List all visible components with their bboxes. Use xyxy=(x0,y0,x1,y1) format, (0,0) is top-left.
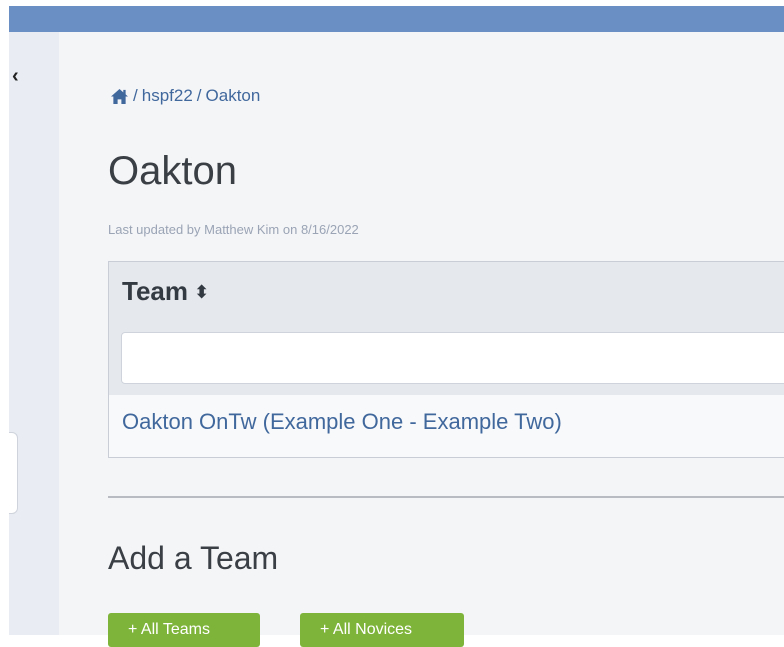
teams-table: Team ⬍ Oakton OnTw (Example One - Exampl… xyxy=(108,261,784,458)
section-divider xyxy=(108,496,784,498)
add-all-novices-button[interactable]: + All Novices xyxy=(300,613,464,647)
table-header: Team ⬍ xyxy=(109,262,784,395)
breadcrumb-item-hspf22[interactable]: hspf22 xyxy=(142,86,193,106)
breadcrumb: / hspf22 / Oakton xyxy=(110,86,260,106)
column-header-team[interactable]: Team ⬍ xyxy=(122,276,209,307)
window-edge xyxy=(0,0,9,635)
last-updated-text: Last updated by Matthew Kim on 8/16/2022 xyxy=(108,222,359,237)
team-row-link[interactable]: Oakton OnTw (Example One - Example Two) xyxy=(122,409,562,435)
top-strip xyxy=(9,0,784,6)
team-filter-input[interactable] xyxy=(121,332,784,384)
sort-icon[interactable]: ⬍ xyxy=(194,283,209,301)
breadcrumb-separator: / xyxy=(196,86,202,105)
add-all-teams-button[interactable]: + All Teams xyxy=(108,613,260,647)
sidebar-panel-edge xyxy=(9,432,18,514)
home-icon[interactable] xyxy=(110,88,129,105)
sidebar xyxy=(9,32,59,635)
chevron-left-icon[interactable]: ‹ xyxy=(12,66,19,86)
breadcrumb-separator: / xyxy=(133,86,138,105)
add-team-title: Add a Team xyxy=(108,540,279,576)
column-header-label: Team xyxy=(122,276,188,306)
page-title: Oakton xyxy=(108,149,237,193)
breadcrumb-item-oakton[interactable]: Oakton xyxy=(206,86,261,106)
